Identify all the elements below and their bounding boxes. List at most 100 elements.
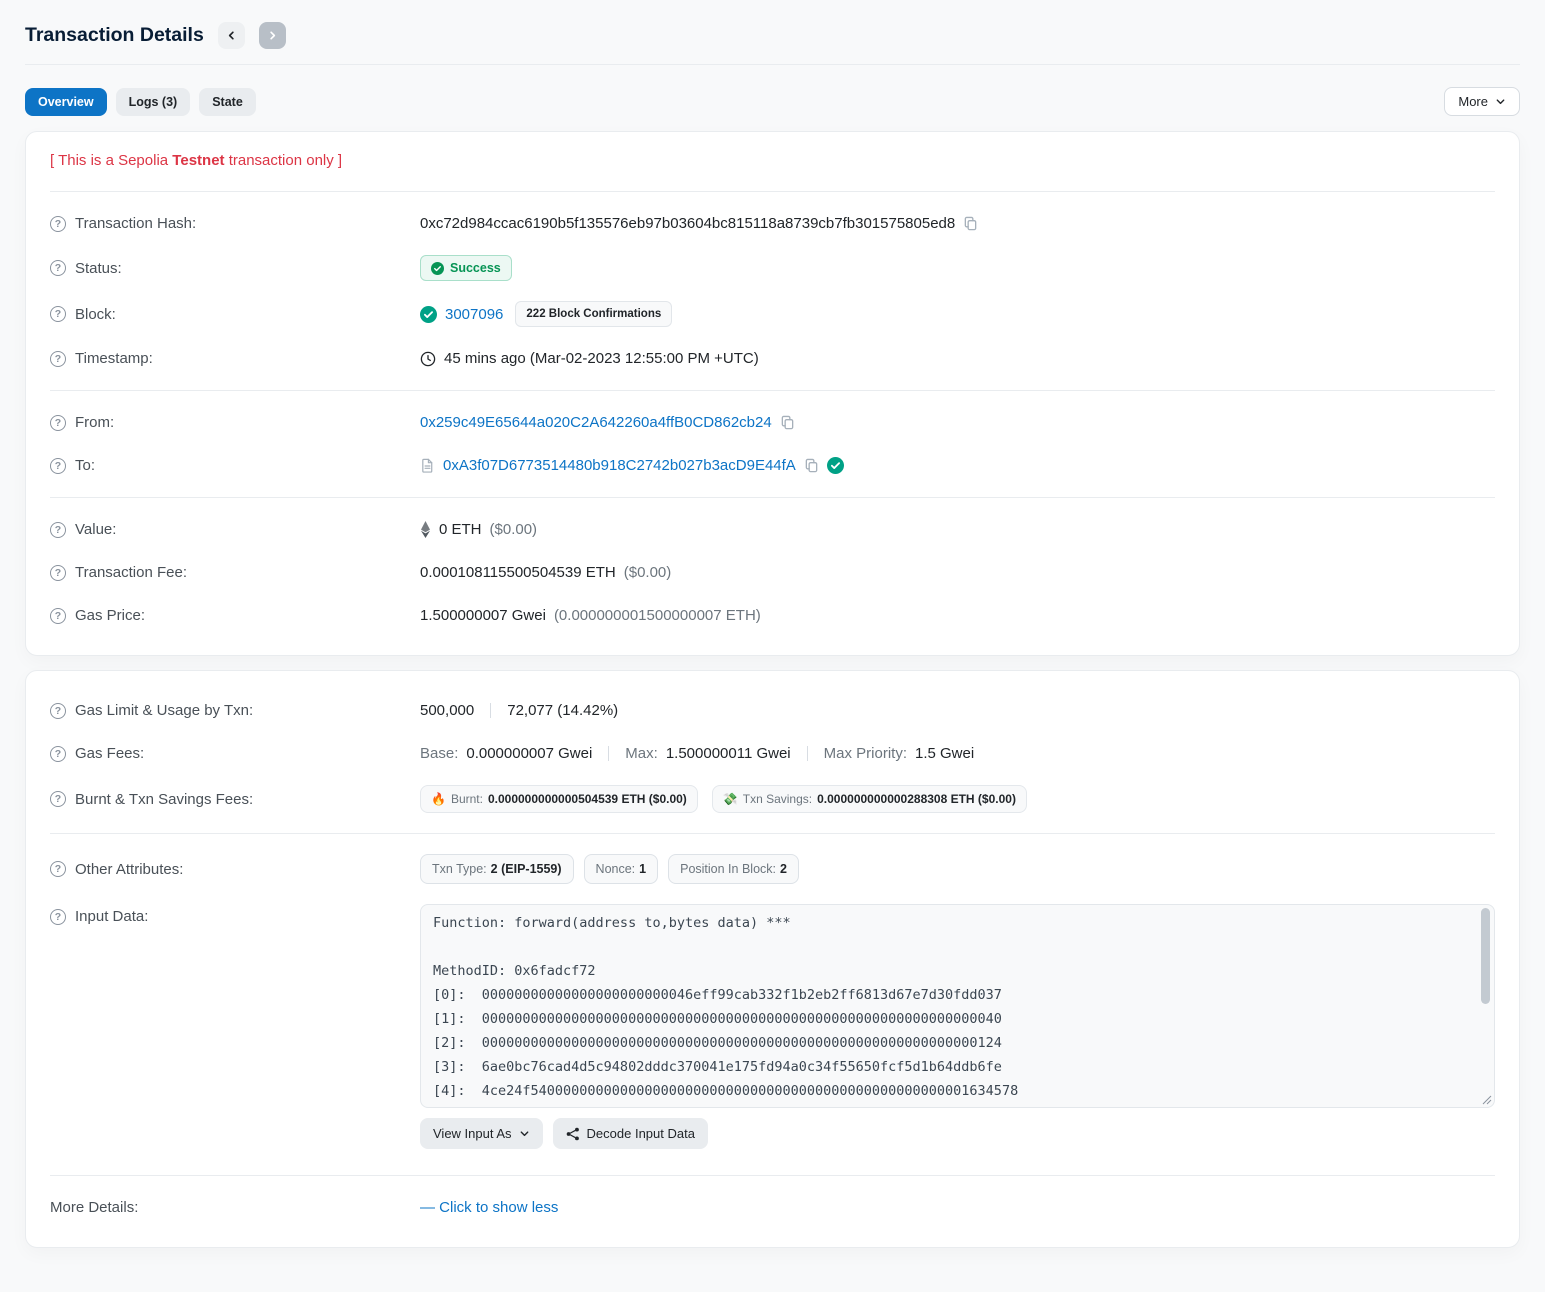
row-more-details: More Details: — Click to show less (50, 1186, 1495, 1229)
help-icon[interactable]: ? (50, 703, 66, 719)
status-badge-label: Success (450, 261, 501, 275)
burnt-fee-value: 0.000000000000504539 ETH ($0.00) (488, 792, 687, 806)
help-icon[interactable]: ? (50, 909, 66, 925)
txn-savings-value: 0.000000000000288308 ETH ($0.00) (817, 792, 1016, 806)
help-icon[interactable]: ? (50, 306, 66, 322)
row-transaction-hash: ? Transaction Hash: 0xc72d984ccac6190b5f… (50, 202, 1495, 245)
overview-card: [ This is a Sepolia Testnet transaction … (25, 131, 1520, 656)
notice-bold: Testnet (172, 152, 224, 169)
timestamp-value: 45 mins ago (Mar-02-2023 12:55:00 PM +UT… (444, 350, 759, 367)
value-amount: 0 ETH (439, 521, 482, 538)
details-card: ? Gas Limit & Usage by Txn: 500,000 72,0… (25, 670, 1520, 1248)
max-priority-fee-label: Max Priority: (824, 745, 907, 762)
status-badge: Success (420, 255, 512, 281)
decode-input-data-button[interactable]: Decode Input Data (553, 1118, 708, 1149)
divider (50, 1175, 1495, 1176)
value-usd: ($0.00) (490, 521, 538, 538)
row-gas-limit: ? Gas Limit & Usage by Txn: 500,000 72,0… (50, 689, 1495, 732)
gas-fees-label: Gas Fees: (75, 745, 144, 762)
nonce-value: 1 (639, 862, 646, 876)
row-value: ? Value: 0 ETH ($0.00) (50, 508, 1495, 551)
more-button[interactable]: More (1444, 87, 1520, 116)
notice-prefix: [ This is a Sepolia (50, 152, 172, 169)
row-to: ? To: 0xA3f07D6773514480b918C2742b027b3a… (50, 444, 1495, 487)
check-circle-icon (420, 306, 437, 323)
page-header: Transaction Details (25, 22, 1520, 49)
position-in-block-label: Position In Block: (680, 862, 776, 876)
copy-icon[interactable] (804, 458, 819, 473)
input-data-box[interactable]: Function: forward(address to,bytes data)… (420, 904, 1495, 1108)
scrollbar-thumb[interactable] (1481, 908, 1490, 1004)
row-timestamp: ? Timestamp: 45 mins ago (Mar-02-2023 12… (50, 337, 1495, 380)
tab-logs[interactable]: Logs (3) (116, 88, 191, 116)
burnt-fees-label: Burnt & Txn Savings Fees: (75, 791, 253, 808)
help-icon[interactable]: ? (50, 608, 66, 624)
block-confirmations-badge: 222 Block Confirmations (515, 301, 672, 327)
row-burnt-fees: ? Burnt & Txn Savings Fees: 🔥 Burnt: 0.0… (50, 775, 1495, 823)
contract-file-icon (420, 458, 435, 473)
chevron-down-icon (519, 1128, 530, 1139)
value-label: Value: (75, 521, 116, 538)
base-fee-label: Base: (420, 745, 458, 762)
chevron-left-icon (226, 30, 237, 41)
testnet-notice: [ This is a Sepolia Testnet transaction … (50, 150, 1495, 181)
divider (50, 833, 1495, 834)
row-transaction-fee: ? Transaction Fee: 0.000108115500504539 … (50, 551, 1495, 594)
view-input-as-label: View Input As (433, 1126, 512, 1141)
transaction-hash-label: Transaction Hash: (75, 215, 196, 232)
row-input-data: ? Input Data: Function: forward(address … (50, 894, 1495, 1159)
tab-overview[interactable]: Overview (25, 88, 107, 116)
txn-savings-label: Txn Savings: (743, 792, 812, 806)
help-icon[interactable]: ? (50, 216, 66, 232)
block-number-link[interactable]: 3007096 (445, 306, 503, 323)
resize-grip-icon[interactable] (1482, 1095, 1492, 1105)
from-address-link[interactable]: 0x259c49E65644a020C2A642260a4ffB0CD862cb… (420, 414, 772, 431)
gas-usage-value: 72,077 (14.42%) (507, 702, 618, 719)
burnt-fee-badge: 🔥 Burnt: 0.000000000000504539 ETH ($0.00… (420, 785, 698, 813)
tabs: Overview Logs (3) State (25, 88, 256, 116)
help-icon[interactable]: ? (50, 351, 66, 367)
to-address-link[interactable]: 0xA3f07D6773514480b918C2742b027b3acD9E44… (443, 457, 796, 474)
help-icon[interactable]: ? (50, 260, 66, 276)
tab-state[interactable]: State (199, 88, 256, 116)
position-in-block-value: 2 (780, 862, 787, 876)
next-transaction-button[interactable] (259, 22, 286, 49)
previous-transaction-button[interactable] (218, 22, 245, 49)
more-details-label: More Details: (50, 1199, 138, 1216)
help-icon[interactable]: ? (50, 746, 66, 762)
row-from: ? From: 0x259c49E65644a020C2A642260a4ffB… (50, 401, 1495, 444)
txn-savings-badge: 💸 Txn Savings: 0.000000000000288308 ETH … (712, 785, 1027, 813)
txn-type-value: 2 (EIP-1559) (491, 862, 562, 876)
help-icon[interactable]: ? (50, 791, 66, 807)
copy-icon[interactable] (963, 216, 978, 231)
txn-type-pill: Txn Type: 2 (EIP-1559) (420, 854, 574, 884)
show-less-link[interactable]: — Click to show less (420, 1199, 558, 1216)
divider (50, 390, 1495, 391)
row-block: ? Block: 3007096 222 Block Confirmations (50, 291, 1495, 337)
block-label: Block: (75, 306, 116, 323)
decode-input-data-label: Decode Input Data (587, 1126, 695, 1141)
row-status: ? Status: Success (50, 245, 1495, 291)
max-priority-fee-value: 1.5 Gwei (915, 745, 974, 762)
help-icon[interactable]: ? (50, 415, 66, 431)
base-fee-value: 0.000000007 Gwei (466, 745, 592, 762)
help-icon[interactable]: ? (50, 861, 66, 877)
verified-check-icon (827, 457, 844, 474)
from-label: From: (75, 414, 114, 431)
copy-icon[interactable] (780, 415, 795, 430)
chevron-down-icon (1495, 96, 1506, 107)
gas-limit-value: 500,000 (420, 702, 474, 719)
more-button-label: More (1458, 94, 1488, 109)
row-gas-fees: ? Gas Fees: Base: 0.000000007 Gwei Max: … (50, 732, 1495, 775)
transaction-hash-value: 0xc72d984ccac6190b5f135576eb97b03604bc81… (420, 215, 955, 232)
help-icon[interactable]: ? (50, 565, 66, 581)
help-icon[interactable]: ? (50, 458, 66, 474)
separator (490, 703, 491, 718)
check-circle-icon (431, 262, 444, 275)
nonce-pill: Nonce: 1 (584, 854, 659, 884)
view-input-as-button[interactable]: View Input As (420, 1118, 543, 1149)
clock-icon (420, 351, 436, 367)
chevron-right-icon (267, 30, 278, 41)
tabs-row: Overview Logs (3) State More (25, 87, 1520, 116)
help-icon[interactable]: ? (50, 522, 66, 538)
